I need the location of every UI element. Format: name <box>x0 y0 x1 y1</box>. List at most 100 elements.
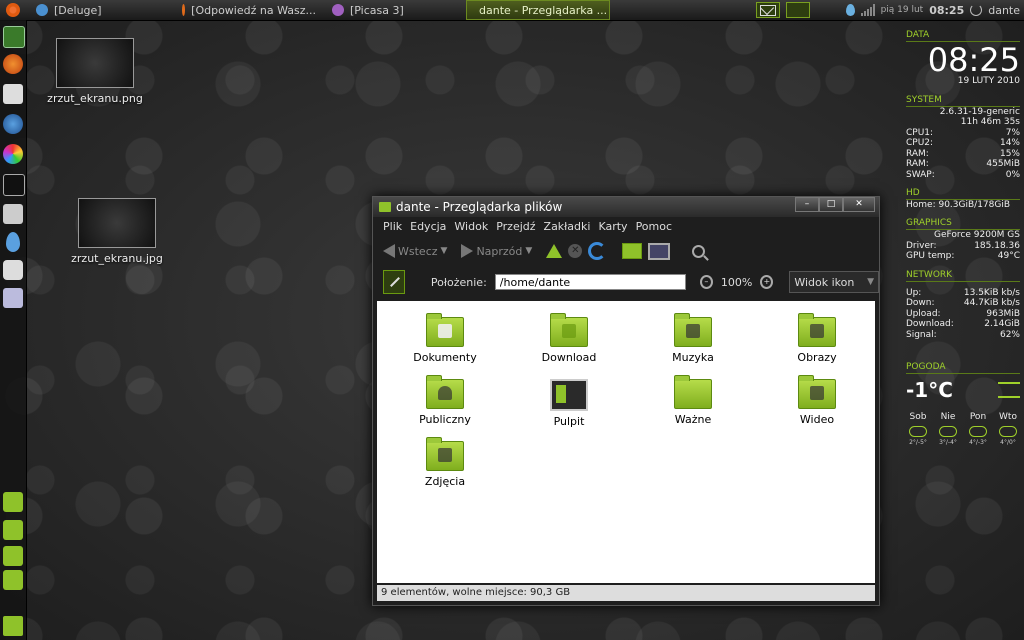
thunderbird-launcher-icon[interactable] <box>3 114 23 134</box>
ubuntu-logo-icon[interactable] <box>6 3 20 17</box>
cloud-icon <box>939 426 957 437</box>
row-value: 185.18.36 <box>974 240 1020 251</box>
task-firefox[interactable]: [Odpowiedź na Wasz... <box>176 1 322 19</box>
file-browser-window: dante - Przeglądarka plików – □ ✕ Plik E… <box>372 196 880 606</box>
editor-launcher-icon[interactable] <box>3 204 23 224</box>
minimize-button[interactable]: – <box>795 197 819 212</box>
folder-item-public[interactable]: Publiczny <box>397 375 493 426</box>
pictures-folder-launcher-icon[interactable] <box>3 570 23 590</box>
desktop-launcher-icon[interactable] <box>3 26 25 48</box>
row-value: 15% <box>999 148 1020 159</box>
chevron-down-icon[interactable]: ▼ <box>525 246 532 256</box>
menu-file[interactable]: Plik <box>383 220 402 233</box>
menu-tabs[interactable]: Karty <box>598 220 627 233</box>
menu-bookmarks[interactable]: Zakładki <box>544 220 591 233</box>
downloads-folder-launcher-icon[interactable] <box>3 520 23 540</box>
close-button[interactable]: ✕ <box>843 197 875 212</box>
folder-item-pictures[interactable]: Obrazy <box>769 313 865 364</box>
location-toggle-button[interactable] <box>383 270 405 294</box>
menu-view[interactable]: Widok <box>454 220 488 233</box>
task-file-browser[interactable]: dante - Przeglądarka ... <box>466 0 610 20</box>
folder-item-important[interactable]: Ważne <box>645 375 741 426</box>
network-row: Down: 44.7KiB kb/s <box>906 298 1020 309</box>
music-emblem <box>686 324 700 338</box>
maximize-button[interactable]: □ <box>819 197 843 212</box>
folder-icon <box>379 202 391 212</box>
home-folder-launcher-icon[interactable] <box>3 492 23 512</box>
day-name: Nie <box>940 412 956 422</box>
uptime: 11h 46m 35s <box>960 117 1020 127</box>
clock-day[interactable]: pią 19 lut <box>881 5 924 15</box>
videos-folder-launcher-icon[interactable] <box>3 546 23 566</box>
folder-documents-icon <box>426 313 464 347</box>
back-button[interactable]: Wstecz ▼ <box>383 244 447 258</box>
clock-time[interactable]: 08:25 <box>929 4 964 17</box>
notes-launcher-icon[interactable] <box>3 288 23 308</box>
workspace-switcher[interactable] <box>785 2 810 18</box>
row-value: 13.5KiB kb/s <box>963 287 1020 298</box>
network-row: Signal: 62% <box>906 330 1020 341</box>
user-name[interactable]: dante <box>988 4 1020 17</box>
power-icon[interactable] <box>970 4 983 16</box>
terminal-launcher-icon[interactable] <box>3 174 25 196</box>
row-key: Signal: <box>906 329 937 340</box>
folder-item-music[interactable]: Muzyka <box>645 313 741 364</box>
zoom-in-icon[interactable]: + <box>760 275 774 289</box>
view-mode-select[interactable]: Widok ikon ▼ <box>789 271 879 293</box>
folder-item-download[interactable]: Download <box>521 313 617 364</box>
hd-home: Home: 90.3GiB/178GiB <box>906 200 1011 210</box>
day-range: 4°/0° <box>1000 439 1016 446</box>
row-key: Up: <box>906 287 922 298</box>
photo-emblem <box>438 448 452 462</box>
search-icon[interactable] <box>692 244 706 258</box>
row-value: 2.14GiB <box>984 319 1020 329</box>
mail-notification[interactable] <box>755 2 780 18</box>
system-row: CPU1: 7% <box>906 128 1020 139</box>
computer-icon[interactable] <box>648 242 671 260</box>
home-icon[interactable] <box>622 243 643 259</box>
folder-item-desktop[interactable]: Pulpit <box>521 379 617 428</box>
firefox-icon <box>182 4 186 16</box>
document-emblem <box>438 324 452 338</box>
signal-icon[interactable] <box>860 4 875 16</box>
folder-item-videos[interactable]: Wideo <box>769 375 865 426</box>
chevron-down-icon[interactable]: ▼ <box>441 246 448 256</box>
menu-edit[interactable]: Edycja <box>410 220 446 233</box>
day-name: Wto <box>999 412 1017 422</box>
folder-music-icon <box>674 313 712 347</box>
window-titlebar[interactable]: dante - Przeglądarka plików – □ ✕ <box>373 197 879 217</box>
forward-button[interactable]: Naprzód ▼ <box>461 244 532 258</box>
menu-go[interactable]: Przejdź <box>496 220 535 233</box>
mail-launcher-icon[interactable] <box>3 84 23 104</box>
drop-icon[interactable] <box>845 4 855 16</box>
deluge-launcher-icon[interactable] <box>6 232 20 252</box>
reload-icon[interactable] <box>588 242 607 260</box>
zoom-out-icon[interactable]: – <box>699 275 713 289</box>
day-range: 4°/-3° <box>969 439 987 446</box>
row-key: Download: <box>906 319 954 329</box>
menu-help[interactable]: Pomoc <box>636 220 672 233</box>
status-text: 9 elementów, wolne miejsce: 90,3 GB <box>381 587 571 598</box>
desktop-file-png[interactable]: zrzut_ekranu.png <box>40 38 150 105</box>
task-picasa[interactable]: [Picasa 3] <box>326 1 462 19</box>
row-key: GPU temp: <box>906 251 955 261</box>
desktop-file-jpg[interactable]: zrzut_ekranu.jpg <box>62 198 172 265</box>
folder-item-photos[interactable]: Zdjęcia <box>397 437 493 488</box>
trash-icon[interactable] <box>3 616 23 636</box>
up-arrow-icon[interactable] <box>546 244 563 258</box>
forecast-day: Pon 4°/-3° <box>966 412 990 446</box>
folder-item-documents[interactable]: Dokumenty <box>397 313 493 364</box>
mouse-cursor-icon <box>692 494 698 508</box>
task-deluge[interactable]: [Deluge] <box>30 1 172 19</box>
cloud-icon <box>999 426 1017 437</box>
media-launcher-icon[interactable] <box>3 260 23 280</box>
picasa-launcher-icon[interactable] <box>3 144 23 164</box>
firefox-launcher-icon[interactable] <box>3 54 23 74</box>
path-input[interactable] <box>494 274 686 290</box>
row-value: 62% <box>999 329 1020 340</box>
task-label: dante - Przeglądarka ... <box>479 3 608 17</box>
row-key: RAM: <box>906 148 929 159</box>
stop-icon[interactable]: ✕ <box>568 244 583 258</box>
chevron-down-icon: ▼ <box>867 277 874 287</box>
network-heading: NETWORK <box>906 270 1020 282</box>
